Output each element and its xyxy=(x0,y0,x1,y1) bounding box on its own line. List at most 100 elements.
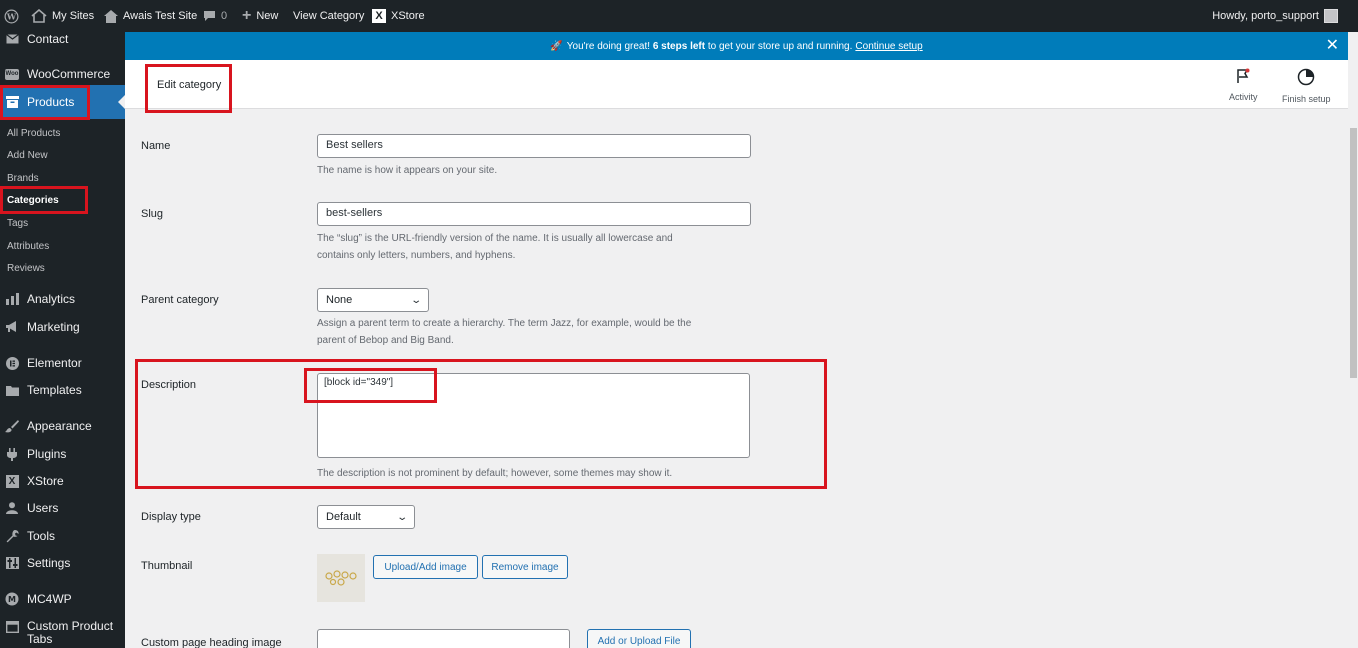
comments-link[interactable]: 0 xyxy=(203,0,227,32)
description-help: The description is not prominent by defa… xyxy=(317,468,673,479)
activity-button[interactable]: Activity xyxy=(1229,68,1258,102)
display-type-select[interactable]: Default ⌄ xyxy=(317,505,415,529)
page-title: Edit category xyxy=(157,79,222,91)
upload-add-image-button[interactable]: Upload/Add image xyxy=(373,555,478,579)
notice-text-bold: 6 steps left xyxy=(652,40,706,52)
svg-text:W: W xyxy=(6,11,17,21)
sidebar-label-settings: Settings xyxy=(27,556,71,570)
rings-thumbnail-image xyxy=(325,570,357,586)
admin-bar: W My Sites Awais Test Site 0 + New View … xyxy=(0,0,1358,32)
chevron-down-icon: ⌄ xyxy=(409,294,422,306)
custom-heading-image-label: Custom page heading image xyxy=(141,637,282,648)
sidebar-item-contact[interactable]: Contact xyxy=(0,32,125,46)
bar-chart-icon xyxy=(5,292,19,306)
display-type-value: Default xyxy=(326,511,361,523)
view-category-label: View Category xyxy=(293,10,365,22)
sidebar-item-appearance[interactable]: Appearance xyxy=(0,419,125,433)
howdy-label: Howdy, porto_support xyxy=(1212,10,1319,22)
site-name-menu[interactable]: Awais Test Site xyxy=(104,0,197,32)
setup-notice-banner: 🚀 You're doing great! 6 steps left to ge… xyxy=(125,32,1348,60)
sidebar-item-elementor[interactable]: Elementor xyxy=(0,356,125,370)
plus-icon: + xyxy=(242,7,252,24)
description-textarea[interactable]: [block id="349"] xyxy=(317,373,750,458)
new-label: New xyxy=(256,10,279,22)
sidebar-label-elementor: Elementor xyxy=(27,356,82,370)
name-description: The name is how it appears on your site. xyxy=(317,165,498,176)
xstore-icon: X xyxy=(5,474,19,488)
admin-sidebar: Contact Woo WooCommerce Products All Pro… xyxy=(0,32,125,648)
sidebar-item-settings[interactable]: Settings xyxy=(0,556,125,570)
slug-field[interactable]: best-sellers xyxy=(317,202,751,226)
user-icon xyxy=(5,501,19,515)
wrench-icon xyxy=(5,529,19,543)
wordpress-logo-button[interactable]: W xyxy=(4,0,19,32)
thumbnail-label: Thumbnail xyxy=(141,560,193,572)
sidebar-item-analytics[interactable]: Analytics xyxy=(0,292,125,306)
finish-setup-button[interactable]: Finish setup xyxy=(1282,68,1331,104)
flag-icon xyxy=(1235,68,1251,86)
parent-category-select[interactable]: None ⌄ xyxy=(317,288,429,312)
continue-setup-link[interactable]: Continue setup xyxy=(855,41,922,52)
megaphone-icon xyxy=(5,320,19,334)
xstore-label: XStore xyxy=(391,10,425,22)
close-icon[interactable]: ✕ xyxy=(1326,38,1339,54)
name-field[interactable]: Best sellers xyxy=(317,134,751,158)
current-menu-arrow xyxy=(118,95,125,109)
svg-text:M: M xyxy=(8,595,16,604)
submenu-categories[interactable]: Categories xyxy=(0,195,125,206)
sidebar-label-products: Products xyxy=(27,95,75,109)
thumbnail-preview xyxy=(317,554,365,602)
parent-description-line-1: Assign a parent term to create a hierarc… xyxy=(317,318,692,329)
sidebar-item-users[interactable]: Users xyxy=(0,501,125,515)
sidebar-label-custom-product-tabs: Custom Product Tabs xyxy=(27,619,114,646)
sidebar-item-templates[interactable]: Templates xyxy=(0,383,125,397)
submenu-tags[interactable]: Tags xyxy=(0,218,125,229)
sidebar-item-xstore[interactable]: X XStore xyxy=(0,474,125,488)
finish-setup-label: Finish setup xyxy=(1282,94,1331,104)
custom-heading-image-field[interactable] xyxy=(317,629,570,648)
home-icon xyxy=(31,9,47,23)
sidebar-label-xstore: XStore xyxy=(27,474,64,488)
add-or-upload-file-button[interactable]: Add or Upload File xyxy=(587,629,691,648)
notice-text-after: to get your store up and running. xyxy=(707,40,853,52)
new-content-menu[interactable]: + New xyxy=(242,0,278,32)
sidebar-item-mc4wp[interactable]: M MC4WP xyxy=(0,592,125,606)
notice-text-before: You're doing great! xyxy=(566,40,651,52)
sliders-icon xyxy=(5,556,19,570)
my-sites-label: My Sites xyxy=(52,10,95,22)
display-type-label: Display type xyxy=(141,511,201,523)
name-label: Name xyxy=(141,140,171,152)
submenu-add-new[interactable]: Add New xyxy=(0,150,125,161)
house-icon xyxy=(104,9,118,23)
submenu-brands[interactable]: Brands xyxy=(0,173,125,184)
tabs-icon xyxy=(5,620,19,634)
sidebar-item-tools[interactable]: Tools xyxy=(0,529,125,543)
sidebar-label-mc4wp: MC4WP xyxy=(27,592,72,606)
submenu-attributes[interactable]: Attributes xyxy=(0,241,125,252)
xstore-menu[interactable]: X XStore xyxy=(372,0,425,32)
my-sites-menu[interactable]: My Sites xyxy=(31,0,94,32)
sidebar-item-custom-product-tabs[interactable]: Custom Product Tabs xyxy=(0,620,125,648)
rocket-icon: 🚀 xyxy=(550,40,563,52)
sidebar-item-plugins[interactable]: Plugins xyxy=(0,447,125,461)
sidebar-label-analytics: Analytics xyxy=(27,292,76,306)
folder-icon xyxy=(5,383,19,397)
activity-label: Activity xyxy=(1229,92,1258,102)
sidebar-label-appearance: Appearance xyxy=(27,419,92,433)
scrollbar-thumb[interactable] xyxy=(1350,128,1357,378)
parent-category-value: None xyxy=(326,294,353,306)
avatar xyxy=(1324,9,1338,23)
xstore-icon: X xyxy=(372,9,386,23)
progress-circle-icon xyxy=(1297,68,1315,88)
submenu-reviews[interactable]: Reviews xyxy=(0,263,125,274)
sidebar-item-marketing[interactable]: Marketing xyxy=(0,320,125,334)
comments-count: 0 xyxy=(221,10,228,22)
sidebar-item-woocommerce[interactable]: Woo WooCommerce xyxy=(0,67,125,81)
my-account-menu[interactable]: Howdy, porto_support xyxy=(1212,0,1338,32)
view-category-link[interactable]: View Category xyxy=(293,0,364,32)
archive-box-icon xyxy=(5,95,19,109)
slug-description-line-1: The “slug” is the URL-friendly version o… xyxy=(317,233,673,244)
sidebar-item-products[interactable]: Products xyxy=(0,85,125,119)
remove-image-button[interactable]: Remove image xyxy=(482,555,568,579)
submenu-all-products[interactable]: All Products xyxy=(0,128,125,139)
